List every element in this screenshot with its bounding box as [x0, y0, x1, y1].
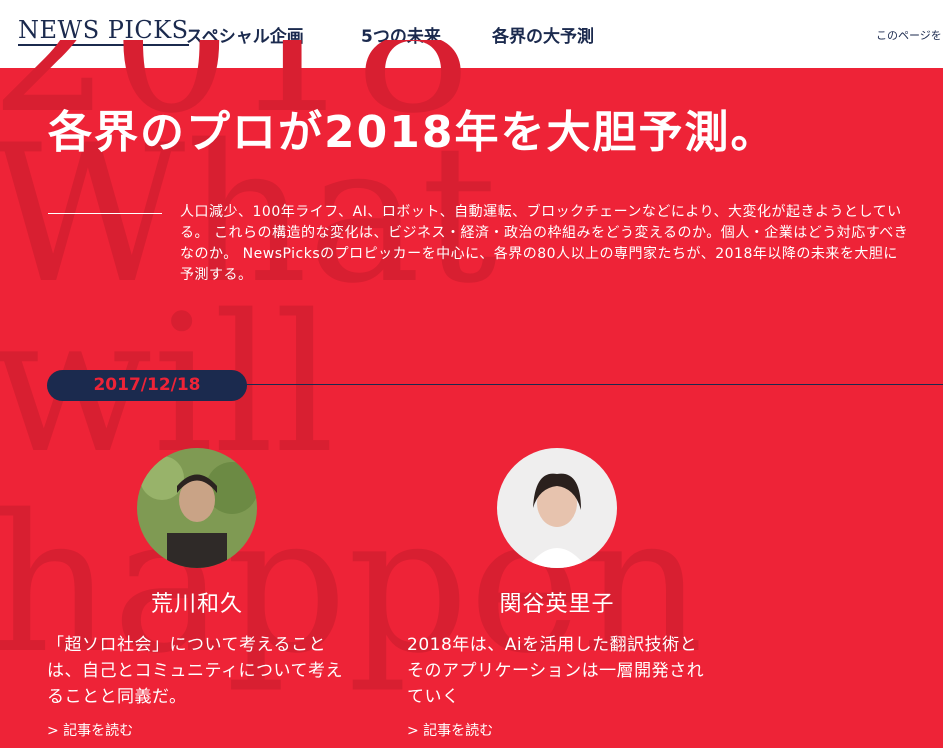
- intro-divider: [48, 213, 162, 214]
- nav-item-five-futures[interactable]: 5つの未来: [361, 22, 441, 47]
- date-divider: [240, 384, 943, 385]
- avatar[interactable]: [497, 448, 617, 568]
- expert-quote: 「超ソロ社会」について考えることは、自己とコミュニティについて考えることと同義だ…: [47, 635, 343, 707]
- read-article-link[interactable]: > 記事を読む: [47, 720, 133, 740]
- expert-quote: 2018年は、Aiを活用した翻訳技術とそのアプリケーションは一層開発されていく: [407, 635, 705, 707]
- intro-text: 人口減少、100年ライフ、AI、ロボット、自動運転、ブロックチェーンなどにより、…: [180, 204, 909, 283]
- nav-item-special[interactable]: スペシャル企画: [186, 22, 304, 47]
- nav-item-predictions[interactable]: 各界の大予測: [492, 22, 594, 47]
- expert-name: 関谷英里子: [499, 592, 615, 617]
- read-article-link[interactable]: > 記事を読む: [407, 720, 493, 740]
- avatar[interactable]: [137, 448, 257, 568]
- share-label[interactable]: このページを: [876, 27, 942, 43]
- page-headline: 各界のプロが2018年を大胆予測。: [48, 107, 777, 158]
- avatar-photo: [497, 448, 617, 568]
- site-logo[interactable]: NEWS PICKS: [18, 18, 189, 46]
- expert-name: 荒川和久: [150, 592, 243, 617]
- site-header: NEWS PICKS スペシャル企画 5つの未来 各界の大予測 このページを: [0, 0, 943, 68]
- date-badge: 2017/12/18: [47, 370, 247, 401]
- avatar-photo: [137, 448, 257, 568]
